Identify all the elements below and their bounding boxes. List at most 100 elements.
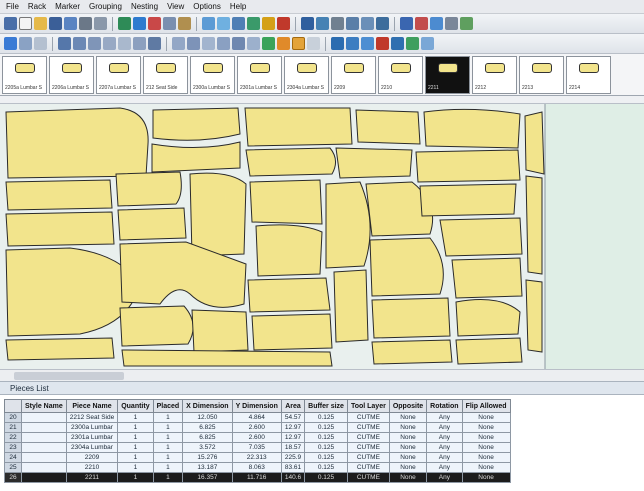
table-cell[interactable]: None: [461, 452, 511, 463]
menu-rack[interactable]: Rack: [28, 2, 46, 11]
copy-icon[interactable]: [163, 17, 176, 30]
rotate-180-icon[interactable]: [103, 37, 116, 50]
piece-thumbnail[interactable]: 2206a Lumbar S: [49, 56, 94, 94]
table-cell[interactable]: 12.050: [182, 412, 233, 423]
piece-thumbnail[interactable]: 2214: [566, 56, 611, 94]
menu-marker[interactable]: Marker: [55, 2, 80, 11]
table-cell[interactable]: [21, 442, 67, 453]
table-cell[interactable]: Any: [426, 462, 463, 473]
pattern-piece[interactable]: [325, 181, 371, 269]
paste-piece-icon[interactable]: [346, 37, 359, 50]
menu-view[interactable]: View: [167, 2, 184, 11]
zoom-fit-icon[interactable]: [376, 17, 389, 30]
table-cell[interactable]: Any: [426, 452, 463, 463]
pattern-piece[interactable]: [247, 277, 331, 313]
table-cell[interactable]: 140.6: [280, 472, 306, 483]
play-icon[interactable]: [4, 37, 17, 50]
column-header[interactable]: Tool Layer: [346, 399, 390, 413]
report-icon[interactable]: [460, 17, 473, 30]
table-cell[interactable]: 2210: [65, 462, 119, 473]
flip-v-icon[interactable]: [133, 37, 146, 50]
table-cell[interactable]: CUTME: [346, 442, 390, 453]
column-header[interactable]: Piece Name: [65, 399, 119, 413]
table-cell[interactable]: 8.063: [231, 462, 282, 473]
table-cell[interactable]: 54.57: [280, 412, 306, 423]
table-cell[interactable]: CUTME: [346, 422, 390, 433]
table-cell[interactable]: [21, 412, 67, 423]
piece-thumbnail[interactable]: 2301a Lumbar S: [237, 56, 282, 94]
piece-thumbnail[interactable]: 2300a Lumbar S: [190, 56, 235, 94]
table-cell[interactable]: None: [461, 422, 511, 433]
column-header[interactable]: Buffer size: [304, 399, 348, 413]
pattern-piece[interactable]: [423, 108, 521, 149]
table-cell[interactable]: 2300a Lumbar: [65, 422, 119, 433]
table-cell[interactable]: 0.125: [304, 412, 348, 423]
compact-left-icon[interactable]: [172, 37, 185, 50]
table-cell[interactable]: 1: [152, 412, 184, 423]
compact-down-icon[interactable]: [217, 37, 230, 50]
table-cell[interactable]: 12.97: [280, 432, 306, 443]
recycle-icon[interactable]: [406, 37, 419, 50]
table-row[interactable]: 23 2304a Lumbar 1 1 3.572 7.035 18.57 0.125 CUTM…: [4, 442, 511, 453]
table-cell[interactable]: CUTME: [346, 432, 390, 443]
table-row[interactable]: 22 2301a Lumbar 1 1 6.825 2.600 12.97 0.125 CUTM…: [4, 432, 511, 443]
column-header[interactable]: X Dimension: [182, 399, 233, 413]
redo-icon[interactable]: [133, 17, 146, 30]
marker-icon[interactable]: [430, 17, 443, 30]
buffer-icon[interactable]: [247, 37, 260, 50]
table-cell[interactable]: 83.61: [280, 462, 306, 473]
delete-icon[interactable]: [376, 37, 389, 50]
step-icon[interactable]: [19, 37, 32, 50]
table-cell[interactable]: None: [388, 432, 428, 443]
table-cell[interactable]: None: [461, 412, 511, 423]
table-cell[interactable]: 2.600: [231, 422, 282, 433]
table-cell[interactable]: None: [461, 462, 511, 473]
table-cell[interactable]: 2211: [65, 472, 119, 483]
pattern-piece[interactable]: [355, 109, 421, 145]
table-cell[interactable]: 0.125: [304, 442, 348, 453]
save-as-icon[interactable]: [64, 17, 77, 30]
menu-options[interactable]: Options: [193, 2, 221, 11]
group-icon[interactable]: [247, 17, 260, 30]
pattern-piece[interactable]: [119, 305, 194, 347]
table-cell[interactable]: Any: [426, 432, 463, 443]
new-file-icon[interactable]: [19, 17, 32, 30]
row-number-cell[interactable]: 25: [4, 462, 22, 473]
table-cell[interactable]: 16.357: [182, 472, 233, 483]
pattern-piece[interactable]: [525, 279, 543, 353]
pattern-piece[interactable]: [525, 175, 543, 275]
pattern-piece[interactable]: [5, 337, 115, 361]
column-header[interactable]: Area: [280, 399, 306, 413]
column-header[interactable]: Style Name: [21, 399, 67, 413]
table-cell[interactable]: 1: [152, 462, 184, 473]
table-cell[interactable]: 1: [152, 452, 184, 463]
pattern-piece[interactable]: [335, 147, 413, 179]
cut-icon[interactable]: [148, 17, 161, 30]
piece-thumbnail-selected[interactable]: 2211: [425, 56, 470, 94]
settings-icon[interactable]: [445, 17, 458, 30]
refresh-icon[interactable]: [262, 37, 275, 50]
mirror-icon[interactable]: [232, 17, 245, 30]
table-cell[interactable]: CUTME: [346, 452, 390, 463]
overlap-check-icon[interactable]: [232, 37, 245, 50]
table-cell[interactable]: 2212 Seat Side: [65, 412, 119, 423]
table-cell[interactable]: 1: [152, 442, 184, 453]
pattern-piece[interactable]: [5, 107, 149, 179]
pattern-piece[interactable]: [152, 107, 241, 141]
table-cell[interactable]: None: [461, 472, 511, 483]
table-row[interactable]: 21 2300a Lumbar 1 1 6.825 2.600 12.97 0.125 CUTM…: [4, 422, 511, 433]
column-header[interactable]: Quantity: [117, 399, 154, 413]
piece-thumbnail[interactable]: 2210: [378, 56, 423, 94]
table-cell[interactable]: 0.125: [304, 462, 348, 473]
table-cell[interactable]: 6.825: [182, 422, 233, 433]
piece-thumbnail[interactable]: 212 Seat Side: [143, 56, 188, 94]
print-icon[interactable]: [79, 17, 92, 30]
zoom-out-icon[interactable]: [361, 17, 374, 30]
flip-h-icon[interactable]: [118, 37, 131, 50]
piece-thumbnail[interactable]: 2209: [331, 56, 376, 94]
print-preview-icon[interactable]: [94, 17, 107, 30]
pattern-piece[interactable]: [455, 299, 521, 337]
table-row[interactable]: 25 2210 1 1 13.187 8.063 83.61 0.125 CUTME None An…: [4, 462, 511, 473]
duplicate-icon[interactable]: [361, 37, 374, 50]
table-cell[interactable]: None: [388, 452, 428, 463]
